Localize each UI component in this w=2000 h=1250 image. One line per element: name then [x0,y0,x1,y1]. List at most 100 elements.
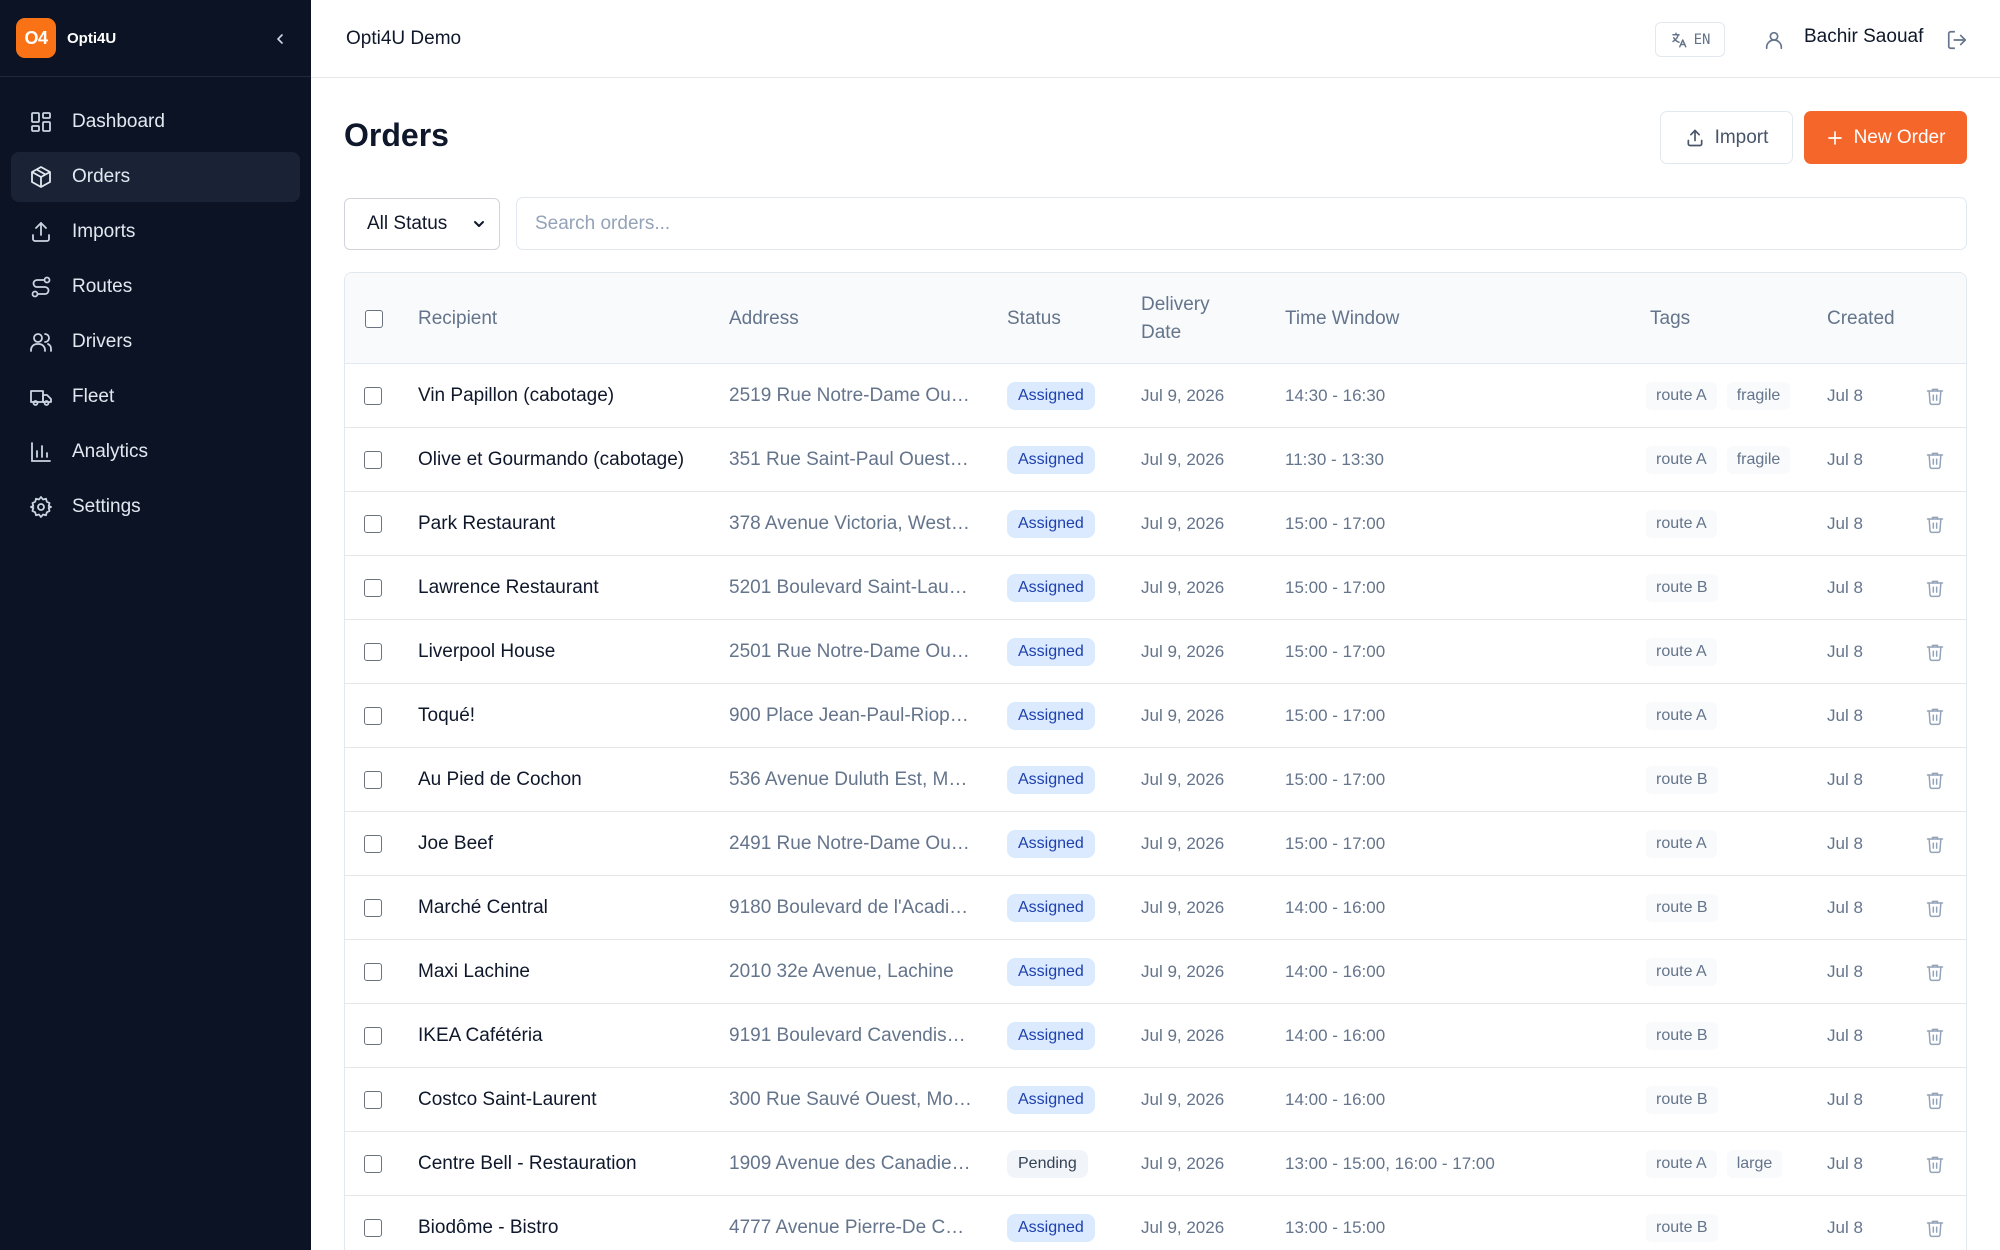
delete-button[interactable] [1925,1068,1945,1132]
table-row[interactable]: Centre Bell - Restauration 1909 Avenue d… [345,1132,1966,1196]
row-checkbox[interactable] [364,899,382,917]
row-checkbox[interactable] [364,387,382,405]
select-all-checkbox[interactable] [365,309,383,328]
sidebar-item-dashboard[interactable]: Dashboard [11,97,300,147]
column-header-time-window[interactable]: Time Window [1285,273,1399,364]
delete-button[interactable] [1925,876,1945,940]
sidebar-nav: Dashboard Orders Imports Routes Drivers [0,77,311,532]
language-switcher[interactable]: EN [1655,22,1725,57]
column-header-address[interactable]: Address [729,273,799,364]
row-checkbox[interactable] [364,451,382,469]
tag-badge: route B [1646,894,1718,922]
table-row[interactable]: Au Pied de Cochon 536 Avenue Duluth Est,… [345,748,1966,812]
chevron-down-icon [474,221,484,227]
created-cell: Jul 8 [1827,1154,1863,1173]
tags-cell: route B [1646,556,1718,620]
delete-button[interactable] [1925,684,1945,748]
table-row[interactable]: Biodôme - Bistro 4777 Avenue Pierre-De C… [345,1196,1966,1250]
delete-button[interactable] [1925,1004,1945,1068]
row-checkbox[interactable] [364,643,382,661]
trash-icon [1926,644,1944,662]
sidebar-item-imports[interactable]: Imports [11,207,300,257]
table-row[interactable]: Maxi Lachine 2010 32e Avenue, Lachine As… [345,940,1966,1004]
address-cell: 900 Place Jean-Paul-Riopelle, Montréal [729,705,974,726]
delivery-date-cell: Jul 9, 2026 [1141,642,1225,661]
sidebar-item-fleet[interactable]: Fleet [11,372,300,422]
trash-icon [1926,516,1944,534]
table-row[interactable]: Olive et Gourmando (cabotage) 351 Rue Sa… [345,428,1966,492]
tag-badge: route B [1646,1086,1718,1114]
delete-button[interactable] [1925,620,1945,684]
row-checkbox[interactable] [364,963,382,981]
column-header-tags[interactable]: Tags [1650,273,1690,364]
address-cell: 2491 Rue Notre-Dame Ouest, Montréal [729,833,974,854]
sidebar-item-settings[interactable]: Settings [11,482,300,532]
address-cell: 2519 Rue Notre-Dame Ouest, Montréal [729,385,974,406]
column-header-created[interactable]: Created [1827,273,1895,364]
row-checkbox[interactable] [364,1027,382,1045]
delete-button[interactable] [1925,492,1945,556]
dashboard-icon [28,109,54,135]
row-checkbox[interactable] [364,771,382,789]
created-cell: Jul 8 [1827,1218,1863,1237]
status-badge: Assigned [1007,1086,1095,1114]
time-window-cell: 14:00 - 16:00 [1285,1090,1386,1109]
row-checkbox[interactable] [364,579,382,597]
translate-icon [1671,32,1687,47]
sidebar-item-label: Fleet [72,386,115,407]
status-filter-select[interactable]: All Status [344,198,500,250]
delivery-date-cell: Jul 9, 2026 [1141,770,1225,789]
delivery-date-cell: Jul 9, 2026 [1141,450,1225,469]
logout-icon[interactable] [1942,25,1972,55]
tags-cell: route B [1646,1004,1718,1068]
table-row[interactable]: Marché Central 9180 Boulevard de l'Acadi… [345,876,1966,940]
column-header-recipient[interactable]: Recipient [418,273,497,364]
user-icon[interactable] [1758,24,1790,56]
import-button[interactable]: Import [1660,111,1793,164]
created-cell: Jul 8 [1827,962,1863,981]
app-logo[interactable]: O4 [16,18,56,58]
delete-button[interactable] [1925,940,1945,1004]
column-header-delivery-date[interactable]: Delivery Date [1141,273,1231,364]
delete-button[interactable] [1925,556,1945,620]
row-checkbox[interactable] [364,707,382,725]
table-row[interactable]: Liverpool House 2501 Rue Notre-Dame Oues… [345,620,1966,684]
row-checkbox[interactable] [364,1091,382,1109]
table-row[interactable]: Joe Beef 2491 Rue Notre-Dame Ouest, Mont… [345,812,1966,876]
row-checkbox[interactable] [364,515,382,533]
sidebar-item-routes[interactable]: Routes [11,262,300,312]
row-checkbox[interactable] [364,835,382,853]
delete-button[interactable] [1925,1132,1945,1196]
delete-button[interactable] [1925,428,1945,492]
status-badge: Assigned [1007,574,1095,602]
row-checkbox[interactable] [364,1155,382,1173]
row-checkbox[interactable] [364,1219,382,1237]
search-input[interactable] [516,197,1967,250]
collapse-sidebar-button[interactable] [267,26,293,52]
new-order-button[interactable]: New Order [1804,111,1967,164]
sidebar-item-analytics[interactable]: Analytics [11,427,300,477]
sidebar-item-drivers[interactable]: Drivers [11,317,300,367]
column-header-status[interactable]: Status [1007,273,1061,364]
tag-badge: route B [1646,766,1718,794]
trash-icon [1926,1156,1944,1174]
table-row[interactable]: Lawrence Restaurant 5201 Boulevard Saint… [345,556,1966,620]
table-row[interactable]: IKEA Cafétéria 9191 Boulevard Cavendish,… [345,1004,1966,1068]
delivery-date-cell: Jul 9, 2026 [1141,1154,1225,1173]
recipient-cell: Costco Saint-Laurent [418,1089,597,1110]
sidebar-item-orders[interactable]: Orders [11,152,300,202]
delete-button[interactable] [1925,812,1945,876]
tag-badge: route A [1646,958,1717,986]
delete-button[interactable] [1925,748,1945,812]
table-row[interactable]: Vin Papillon (cabotage) 2519 Rue Notre-D… [345,364,1966,428]
status-badge: Assigned [1007,766,1095,794]
delete-button[interactable] [1925,364,1945,428]
time-window-cell: 14:30 - 16:30 [1285,386,1386,405]
status-badge: Assigned [1007,510,1095,538]
table-row[interactable]: Toqué! 900 Place Jean-Paul-Riopelle, Mon… [345,684,1966,748]
table-row[interactable]: Costco Saint-Laurent 300 Rue Sauvé Ouest… [345,1068,1966,1132]
delete-button[interactable] [1925,1196,1945,1250]
table-row[interactable]: Park Restaurant 378 Avenue Victoria, Wes… [345,492,1966,556]
address-cell: 2501 Rue Notre-Dame Ouest, Montréal [729,641,974,662]
trash-icon [1926,708,1944,726]
